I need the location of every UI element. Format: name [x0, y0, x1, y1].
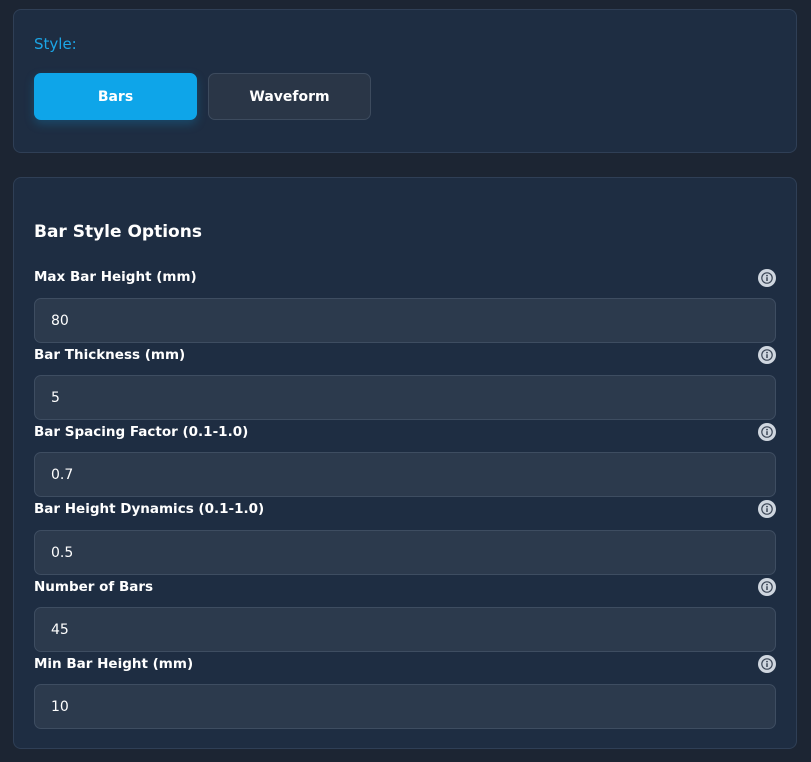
bars-style-button[interactable]: Bars — [34, 73, 197, 120]
bar-height-dynamics-label: Bar Height Dynamics (0.1-1.0) — [34, 501, 265, 517]
number-of-bars-input[interactable] — [34, 607, 776, 652]
info-icon[interactable] — [758, 423, 776, 441]
info-icon[interactable] — [758, 500, 776, 518]
waveform-style-button[interactable]: Waveform — [208, 73, 371, 120]
info-icon[interactable] — [758, 269, 776, 287]
bar-spacing-factor-input[interactable] — [34, 452, 776, 497]
bar-thickness-label: Bar Thickness (mm) — [34, 347, 186, 363]
section-title: Bar Style Options — [34, 222, 202, 242]
style-panel: Style: Bars Waveform — [13, 9, 797, 153]
info-icon[interactable] — [758, 655, 776, 673]
bar-thickness-input[interactable] — [34, 375, 776, 420]
bar-style-options-panel: Bar Style Options Max Bar Height (mm) Ba… — [13, 177, 797, 749]
min-bar-height-input[interactable] — [34, 684, 776, 729]
style-label: Style: — [34, 35, 77, 53]
info-icon[interactable] — [758, 346, 776, 364]
bar-height-dynamics-input[interactable] — [34, 530, 776, 575]
max-bar-height-label: Max Bar Height (mm) — [34, 269, 197, 285]
min-bar-height-label: Min Bar Height (mm) — [34, 656, 194, 672]
max-bar-height-input[interactable] — [34, 298, 776, 343]
info-icon[interactable] — [758, 578, 776, 596]
number-of-bars-label: Number of Bars — [34, 579, 154, 595]
bar-spacing-factor-label: Bar Spacing Factor (0.1-1.0) — [34, 424, 249, 440]
